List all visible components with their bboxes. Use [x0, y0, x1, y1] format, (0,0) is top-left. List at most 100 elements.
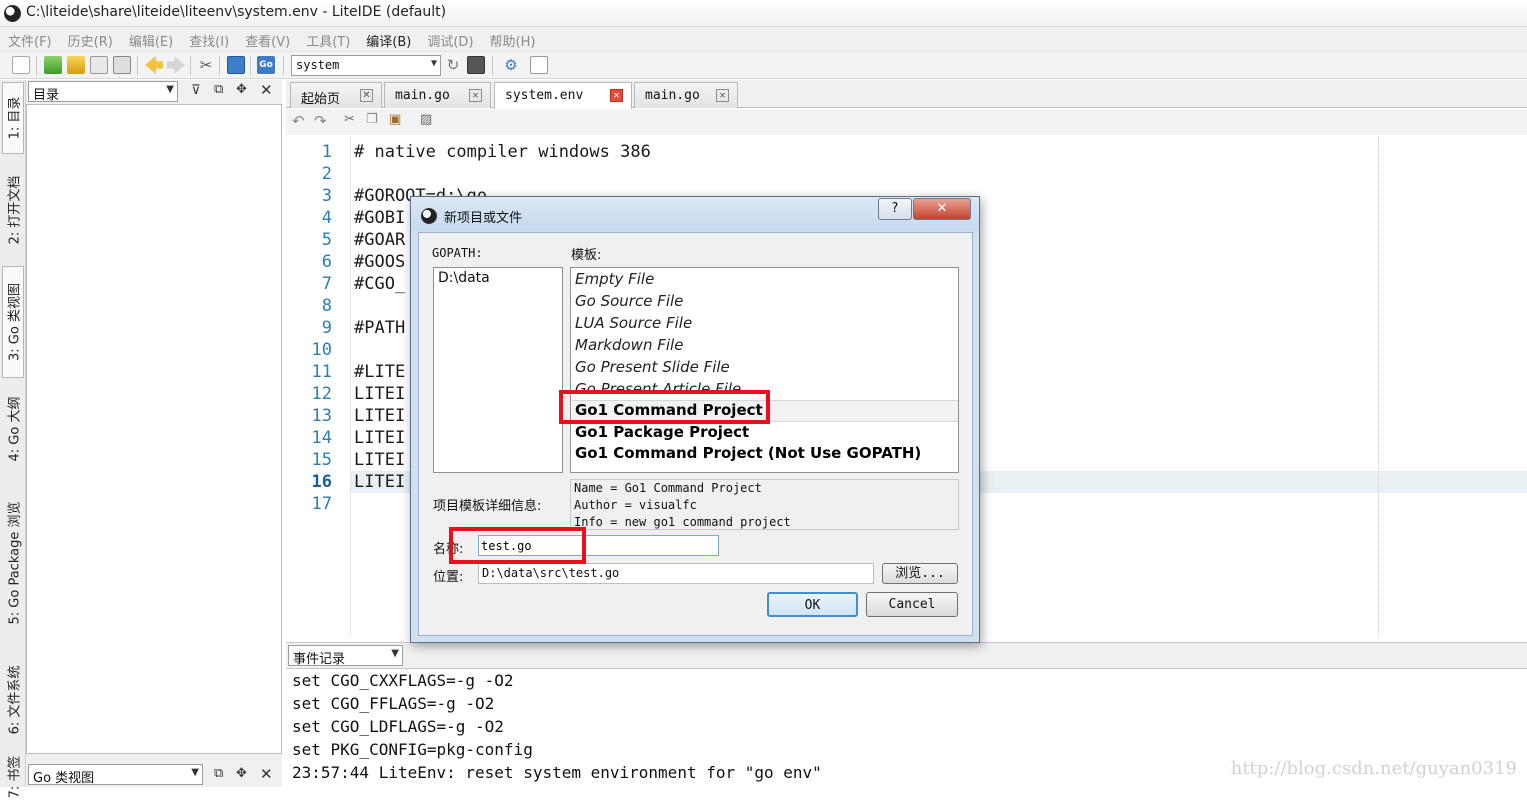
close-icon[interactable]: ✕	[260, 81, 273, 99]
chevron-down-icon: ▼	[191, 767, 199, 778]
template-item[interactable]: Go1 Package Project	[575, 423, 749, 441]
menu-file[interactable]: 文件(F)	[0, 27, 60, 50]
tab-directory[interactable]: 1: 目录	[2, 82, 24, 154]
template-item[interactable]: Empty File	[575, 270, 654, 288]
close-icon[interactable]: ✕	[610, 89, 623, 102]
gopath-list[interactable]: D:\data	[433, 267, 563, 473]
tab-bookmarks[interactable]: 7: 书签	[2, 752, 24, 802]
ok-button[interactable]: OK	[767, 592, 858, 617]
menu-tools[interactable]: 工具(T)	[298, 27, 358, 50]
refresh-icon[interactable]: ↻	[444, 56, 462, 74]
line-number: 17	[311, 494, 332, 514]
help-button[interactable]: ?	[878, 198, 912, 220]
event-log-header: 事件记录 ▼	[286, 642, 1527, 668]
tab-main-go[interactable]: main.go ✕	[384, 82, 491, 108]
blank-toggle-icon[interactable]	[530, 56, 548, 74]
toolbar-separator	[36, 56, 37, 75]
dialog-title-bar: 新项目或文件 ? ✕	[411, 197, 979, 231]
float-panel-icon[interactable]: ⧉	[214, 82, 223, 97]
liteide-app-icon[interactable]	[4, 5, 21, 22]
float-panel-icon[interactable]: ⧉	[214, 766, 223, 781]
close-icon[interactable]: ✕	[260, 765, 273, 783]
gopath-item[interactable]: D:\data	[438, 270, 490, 286]
left-panel-select[interactable]: 目录 ▼	[28, 81, 178, 102]
tab-go-outline[interactable]: 4: Go 大纲	[2, 384, 24, 474]
menu-history[interactable]: 历史(R)	[60, 27, 121, 50]
save-all-icon[interactable]	[113, 56, 131, 74]
template-item[interactable]: Go1 Command Project (Not Use GOPATH)	[575, 444, 921, 462]
menu-edit[interactable]: 编辑(E)	[121, 27, 181, 50]
close-icon[interactable]: ✕	[469, 89, 482, 102]
annotation-highlight-name	[449, 527, 586, 564]
details-line: Author = visualfc	[574, 498, 697, 512]
forward-arrow-icon[interactable]	[167, 56, 185, 74]
tab-file-system[interactable]: 6: 文件系统	[2, 652, 24, 748]
directory-tree[interactable]	[26, 104, 282, 754]
line-number: 14	[311, 428, 332, 448]
browse-button[interactable]: 浏览...	[882, 563, 958, 584]
template-item[interactable]: Go Source File	[575, 292, 683, 310]
template-list[interactable]: Empty File Go Source File LUA Source Fil…	[570, 267, 959, 473]
gear-icon[interactable]: ⚙	[502, 56, 520, 74]
menu-bar: 文件(F) 历史(R) 编辑(E) 查找(I) 查看(V) 工具(T) 编译(B) 调试(D)…	[0, 27, 1527, 52]
dialog-body: GOPATH: 模板: D:\data Empty File Go Source…	[418, 232, 973, 636]
back-arrow-icon[interactable]	[145, 56, 163, 74]
title-bar: C:\liteide\share\liteide\liteenv\system.…	[0, 0, 1527, 27]
lock-icon[interactable]: ▨	[420, 112, 432, 127]
menu-view[interactable]: 查看(V)	[237, 27, 298, 50]
move-panel-icon[interactable]: ✥	[236, 82, 247, 97]
tab-open-documents[interactable]: 2: 打开文档	[2, 160, 24, 260]
code-line: LITEI	[354, 428, 406, 448]
cancel-button[interactable]: Cancel	[866, 592, 958, 617]
redo-icon[interactable]: ↷	[314, 112, 327, 130]
log-line: set CGO_LDFLAGS=-g -O2	[292, 717, 504, 736]
edit-env-icon[interactable]	[467, 56, 485, 74]
toolbar-separator	[137, 56, 138, 75]
line-number: 1	[321, 142, 332, 162]
code-line: LITEI	[354, 384, 406, 404]
toolbar-separator	[190, 56, 191, 75]
close-icon[interactable]: ✕	[716, 89, 729, 102]
line-number: 10	[311, 340, 332, 360]
editor-toolbar: ↶ ↷ ✂ ❐ ▣ ▨	[286, 109, 1527, 135]
template-item[interactable]: Go Present Slide File	[575, 358, 730, 376]
location-field[interactable]: D:\data\src\test.go	[478, 563, 874, 584]
close-icon[interactable]: ✕	[360, 89, 373, 102]
editor-tabbar: 起始页 ✕ main.go ✕ system.env ✕ main.go ✕	[286, 80, 1527, 109]
paste-icon[interactable]: ▣	[389, 112, 401, 127]
tools-icon[interactable]: ✂	[197, 56, 215, 74]
tab-system-env[interactable]: system.env ✕	[494, 82, 632, 109]
menu-debug[interactable]: 调试(D)	[419, 27, 481, 50]
tab-start-page[interactable]: 起始页 ✕	[290, 82, 382, 108]
template-item[interactable]: LUA Source File	[575, 314, 692, 332]
main-toolbar: ✂ Go system ▼ ↻ ⚙	[0, 52, 1527, 79]
dialog-title: 新项目或文件	[444, 211, 523, 226]
event-log-select[interactable]: 事件记录 ▼	[288, 645, 403, 666]
go-icon[interactable]: Go	[257, 56, 275, 74]
new-file-icon[interactable]	[12, 56, 30, 74]
liteide-app-icon	[421, 208, 437, 224]
cut-icon[interactable]: ✂	[344, 112, 355, 127]
template-item[interactable]: Markdown File	[575, 336, 683, 354]
tab-main-go-2[interactable]: main.go ✕	[634, 82, 738, 108]
menu-find[interactable]: 查找(I)	[181, 27, 237, 50]
open-file-icon[interactable]	[44, 56, 62, 74]
menu-help[interactable]: 帮助(H)	[482, 27, 544, 50]
home-icon[interactable]	[227, 56, 245, 74]
copy-icon[interactable]: ❐	[366, 112, 378, 127]
window-title: C:\liteide\share\liteide\liteenv\system.…	[26, 4, 447, 20]
tab-go-package-browser[interactable]: 5: Go Package 浏览	[2, 480, 24, 646]
line-number: 8	[321, 296, 332, 316]
move-panel-icon[interactable]: ✥	[236, 766, 247, 781]
menu-build[interactable]: 编译(B)	[358, 27, 419, 50]
save-icon[interactable]	[90, 56, 108, 74]
filter-icon[interactable]: ⊽	[191, 83, 201, 98]
tab-go-class-view[interactable]: 3: Go 类视图	[2, 266, 24, 378]
open-folder-icon[interactable]	[67, 56, 85, 74]
environment-select[interactable]: system ▼	[291, 55, 441, 76]
code-line: #LITE	[354, 362, 406, 382]
close-button[interactable]: ✕	[913, 198, 971, 220]
undo-icon[interactable]: ↶	[292, 112, 305, 130]
left-panel-bottom-select[interactable]: Go 类视图 ▼	[28, 764, 203, 785]
line-number: 6	[321, 252, 332, 272]
